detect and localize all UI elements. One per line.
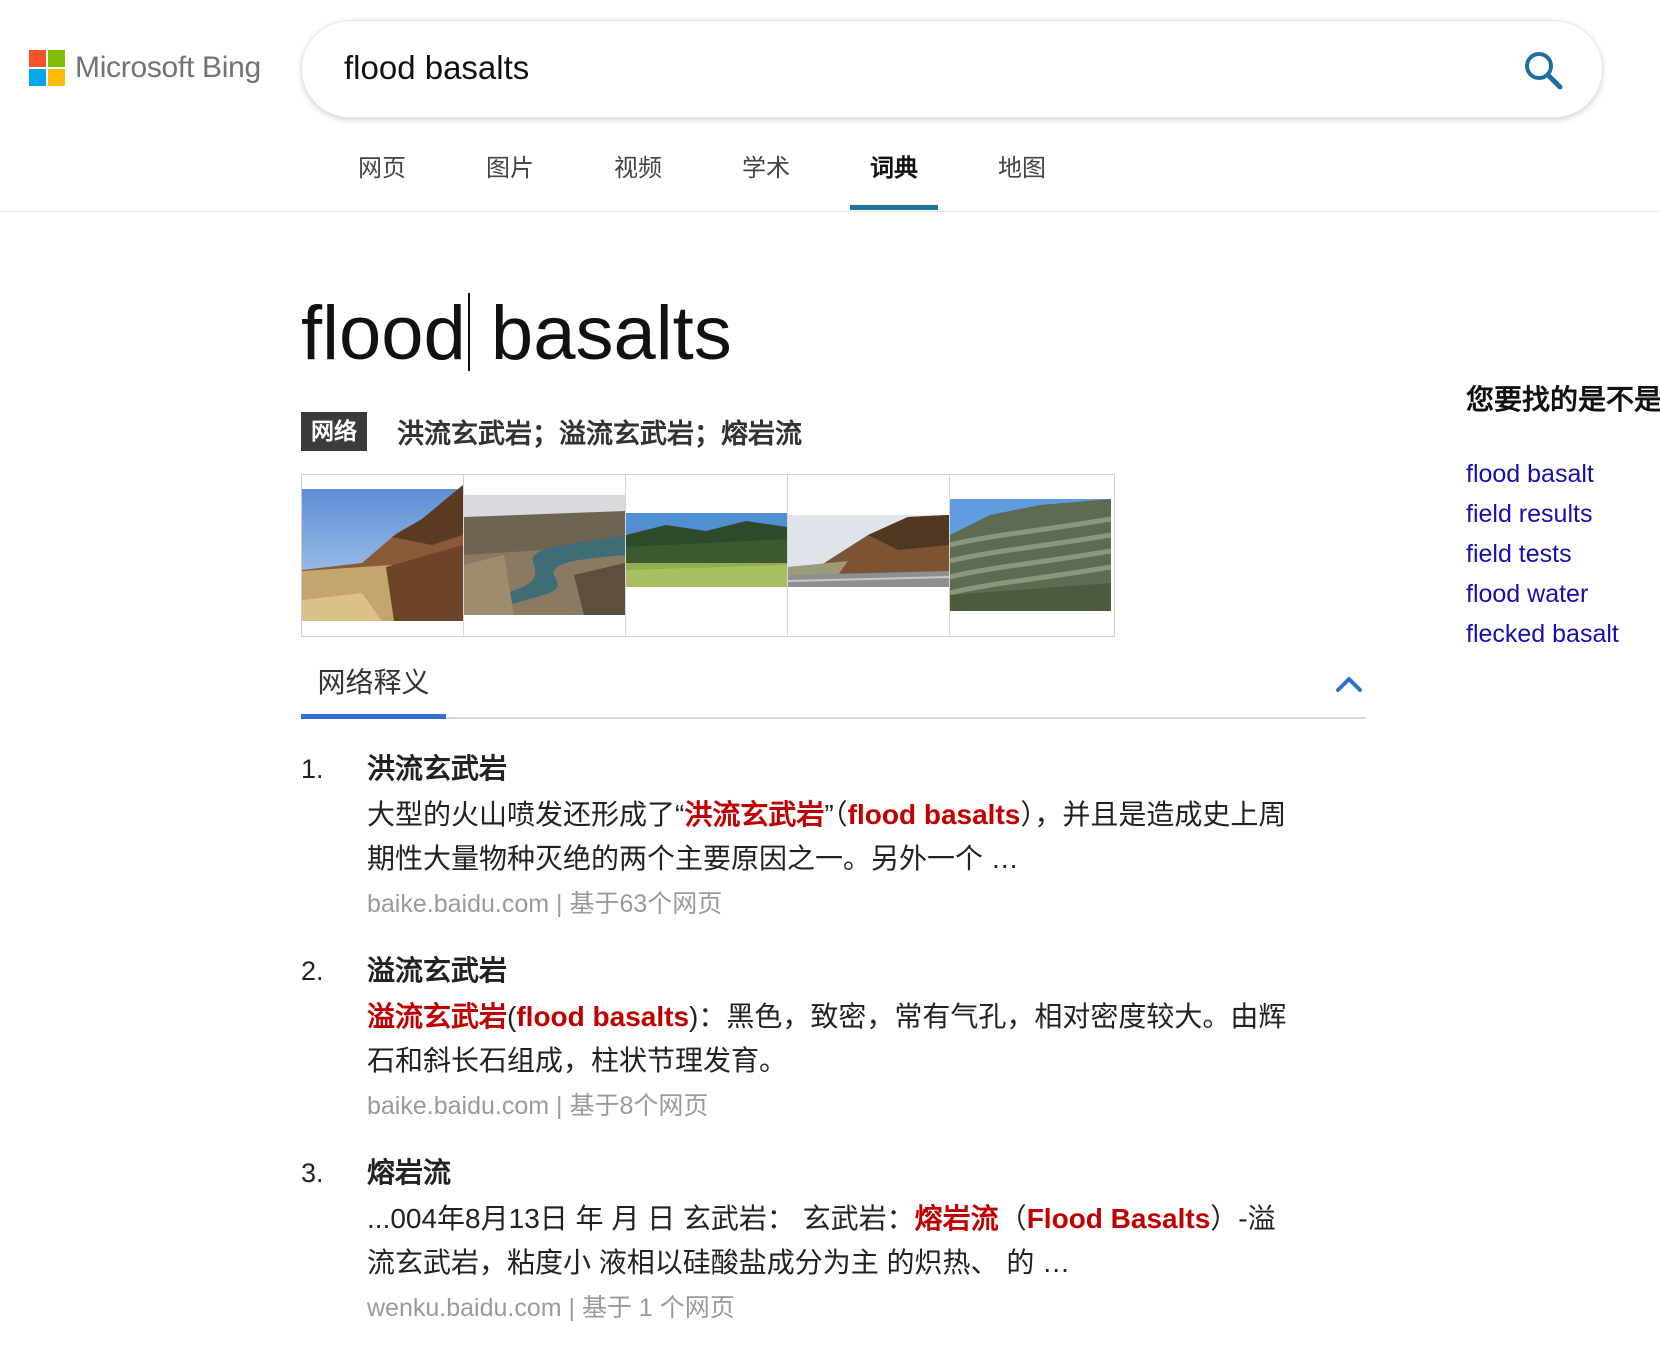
net-badge: 网络 bbox=[301, 412, 367, 451]
word-part-1: flood bbox=[301, 291, 466, 376]
net-definitions: 洪流玄武岩；溢流玄武岩；熔岩流 bbox=[397, 419, 802, 449]
text-segment: ( bbox=[507, 1001, 517, 1032]
highlight-term: flood basalts bbox=[847, 799, 1021, 830]
image-forested-valley[interactable] bbox=[626, 475, 788, 636]
tab-3[interactable]: 学术 bbox=[702, 138, 830, 210]
tab-1[interactable]: 图片 bbox=[446, 138, 574, 210]
tab-web-definitions[interactable]: 网络释义 bbox=[301, 655, 446, 719]
entry-heading: 溢流玄武岩 bbox=[367, 955, 508, 986]
entry-number: 1. bbox=[301, 754, 324, 784]
image-strip bbox=[301, 474, 1115, 637]
highlight-term: Flood Basalts bbox=[1026, 1203, 1211, 1234]
tab-2[interactable]: 视频 bbox=[574, 138, 702, 210]
text-segment: 大型的火山喷发还形成了“ bbox=[367, 799, 685, 830]
highlight-term: 洪流玄武岩 bbox=[684, 799, 825, 830]
entry-source[interactable]: baike.baidu.com | 基于63个网页 bbox=[367, 887, 722, 921]
entry-number: 3. bbox=[301, 1158, 324, 1188]
net-definition-row: 网络 洪流玄武岩；溢流玄武岩；熔岩流 bbox=[301, 412, 802, 451]
search-icon bbox=[1525, 52, 1563, 90]
entry-heading: 熔岩流 bbox=[367, 1157, 452, 1188]
entry-number: 2. bbox=[301, 956, 324, 986]
suggestion-link[interactable]: field results bbox=[1466, 494, 1660, 534]
collapse-button[interactable] bbox=[1334, 673, 1364, 695]
entry-text: 溢流玄武岩(flood basalts)：黑色，致密，常有气孔，相对密度较大。由… bbox=[367, 995, 1297, 1083]
suggestion-link[interactable]: field tests bbox=[1466, 534, 1660, 574]
suggestion-link[interactable]: flecked basalt bbox=[1466, 614, 1660, 654]
did-you-mean-list: flood basalt field results field tests floo… bbox=[1466, 454, 1660, 654]
suggestion-link[interactable]: flood water bbox=[1466, 574, 1660, 614]
search-input[interactable] bbox=[344, 43, 1494, 93]
word-part-2: basalts bbox=[469, 291, 732, 376]
vertical-tabs: 网页 图片 视频 学术 词典 地图 bbox=[318, 138, 1086, 210]
did-you-mean-panel: 您要找的是不是 flood basalt field results field t… bbox=[1466, 378, 1660, 654]
bing-logo[interactable]: Microsoft Bing bbox=[29, 50, 261, 86]
section-header: 网络释义 bbox=[301, 655, 1366, 719]
entry-text: ...004年8月13日 年 月 日 玄武岩： 玄武岩：熔岩流（Flood Ba… bbox=[367, 1197, 1297, 1285]
entry-text: 大型的火山喷发还形成了“洪流玄武岩”（flood basalts），并且是造成史… bbox=[367, 793, 1297, 881]
image-river-canyon[interactable] bbox=[464, 475, 626, 636]
did-you-mean-title: 您要找的是不是 bbox=[1466, 384, 1660, 415]
tab-0[interactable]: 网页 bbox=[318, 138, 446, 210]
suggestion-link[interactable]: flood basalt bbox=[1466, 454, 1660, 494]
image-roadside-outcrop[interactable] bbox=[788, 475, 950, 636]
text-segment: ”（ bbox=[824, 799, 848, 830]
tab-4[interactable]: 词典 bbox=[830, 138, 958, 210]
header: Microsoft Bing 网页图片视频学术词典地图 bbox=[0, 0, 1660, 212]
chevron-up-icon bbox=[1336, 677, 1362, 692]
microsoft-logo-icon bbox=[29, 50, 65, 86]
text-segment: （ bbox=[998, 1203, 1027, 1234]
word-title: flood basalts bbox=[301, 286, 732, 382]
highlight-term: 溢流玄武岩 bbox=[367, 1001, 508, 1032]
search-box bbox=[302, 21, 1602, 117]
entry-source[interactable]: wenku.baidu.com | 基于 1 个网页 bbox=[367, 1291, 735, 1325]
entry-heading: 洪流玄武岩 bbox=[367, 753, 508, 784]
tab-5[interactable]: 地图 bbox=[958, 138, 1086, 210]
image-cliff-desert[interactable] bbox=[302, 475, 464, 636]
highlight-term: flood basalts bbox=[516, 1001, 690, 1032]
search-button[interactable] bbox=[1522, 49, 1566, 93]
highlight-term: 熔岩流 bbox=[914, 1203, 999, 1234]
brand-name: Microsoft Bing bbox=[75, 51, 261, 84]
text-segment: ...004年8月13日 年 月 日 玄武岩： 玄武岩： bbox=[367, 1203, 915, 1234]
image-layered-hills[interactable] bbox=[950, 475, 1111, 636]
entry-source[interactable]: baike.baidu.com | 基于8个网页 bbox=[367, 1089, 708, 1123]
